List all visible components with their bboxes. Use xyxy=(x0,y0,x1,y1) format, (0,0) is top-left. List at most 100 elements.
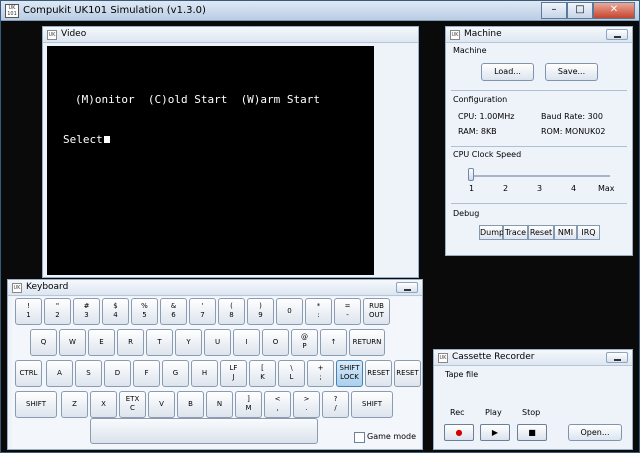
key-sym-5[interactable]: % 5 xyxy=(131,298,158,325)
key-d[interactable]: D xyxy=(104,360,131,387)
key-n[interactable]: N xyxy=(206,391,233,418)
key-ctrl[interactable]: CTRL xyxy=(15,360,42,387)
key-sym-2[interactable]: " 2 xyxy=(44,298,71,325)
app-titlebar[interactable]: UK 101 Compukit UK101 Simulation (v1.3.0… xyxy=(1,1,639,21)
machine-minimize-button[interactable] xyxy=(606,29,628,40)
app-icon: UK 101 xyxy=(5,4,19,18)
key-h[interactable]: H xyxy=(191,360,218,387)
key-sym-8[interactable]: ( 8 xyxy=(218,298,245,325)
key-sym-6[interactable]: & 6 xyxy=(160,298,187,325)
tape-file-label: Tape file xyxy=(445,370,479,379)
key-r[interactable]: R xyxy=(117,329,144,356)
keyboard-titlebar[interactable]: UK Keyboard xyxy=(8,280,422,296)
maximize-button[interactable]: □ xyxy=(567,2,593,19)
key-y[interactable]: Y xyxy=(175,329,202,356)
rom-value: ROM: MONUK02 xyxy=(541,127,606,136)
debug-section-label: Debug xyxy=(453,209,480,218)
key-reset[interactable]: RESET xyxy=(394,360,421,387)
cassette-minimize-button[interactable] xyxy=(606,352,628,363)
clock-tick: 4 xyxy=(571,184,577,193)
key-sym-sym[interactable]: ? / xyxy=(322,391,349,418)
clock-section-label: CPU Clock Speed xyxy=(453,150,522,159)
close-button[interactable]: ✕ xyxy=(593,2,635,19)
play-button[interactable]: ▶ xyxy=(480,424,510,441)
key-rub-out[interactable]: RUB OUT xyxy=(363,298,390,325)
key-sym[interactable]: ↑ xyxy=(320,329,347,356)
key-i[interactable]: I xyxy=(233,329,260,356)
record-icon: ● xyxy=(455,428,463,437)
frame-icon: UK xyxy=(12,283,22,293)
video-titlebar[interactable]: UK Video xyxy=(43,27,418,43)
baud-value: Baud Rate: 300 xyxy=(541,112,603,121)
video-prompt-text: Select xyxy=(63,133,103,146)
save-button[interactable]: Save... xyxy=(545,63,598,81)
key-sym-sym[interactable]: > . xyxy=(293,391,320,418)
key-f[interactable]: F xyxy=(133,360,160,387)
key-x[interactable]: X xyxy=(90,391,117,418)
key-sym-l[interactable]: \ L xyxy=(278,360,305,387)
rec-button[interactable]: ● xyxy=(444,424,474,441)
key-q[interactable]: Q xyxy=(30,329,57,356)
machine-titlebar[interactable]: UK Machine xyxy=(446,27,632,43)
reset-button[interactable]: Reset xyxy=(528,225,554,240)
dump-button[interactable]: Dump xyxy=(479,225,504,240)
key-sym-p[interactable]: @ P xyxy=(291,329,318,356)
key-shift[interactable]: SHIFT xyxy=(351,391,393,418)
space-bar[interactable] xyxy=(90,418,318,444)
clock-slider-thumb[interactable] xyxy=(468,168,474,181)
key-etx-c[interactable]: ETX C xyxy=(119,391,146,418)
key-a[interactable]: A xyxy=(46,360,73,387)
irq-button[interactable]: IRQ xyxy=(577,225,600,240)
key-sym-m[interactable]: ] M xyxy=(235,391,262,418)
key-sym-7[interactable]: ' 7 xyxy=(189,298,216,325)
key-s[interactable]: S xyxy=(75,360,102,387)
key-e[interactable]: E xyxy=(88,329,115,356)
key-reset[interactable]: RESET xyxy=(365,360,392,387)
cpu-value: CPU: 1.00MHz xyxy=(458,112,515,121)
key-shift[interactable]: SHIFT xyxy=(15,391,57,418)
play-label: Play xyxy=(485,408,502,417)
minimize-button[interactable]: – xyxy=(541,2,567,19)
cassette-title: Cassette Recorder xyxy=(452,352,535,362)
key-sym-sym[interactable]: + ; xyxy=(307,360,334,387)
key-sym-4[interactable]: $ 4 xyxy=(102,298,129,325)
window-controls: – □ ✕ xyxy=(541,2,635,19)
key-return[interactable]: RETURN xyxy=(349,329,385,356)
clock-slider-track[interactable] xyxy=(470,175,610,177)
clock-tick: 3 xyxy=(537,184,543,193)
key-sym-3[interactable]: # 3 xyxy=(73,298,100,325)
open-button[interactable]: Open... xyxy=(568,424,622,441)
key-sym-1[interactable]: ! 1 xyxy=(15,298,42,325)
cassette-titlebar[interactable]: UK Cassette Recorder xyxy=(434,350,632,366)
trace-button[interactable]: Trace xyxy=(503,225,528,240)
key-g[interactable]: G xyxy=(162,360,189,387)
key-0[interactable]: 0 xyxy=(276,298,303,325)
keyboard-frame: UK Keyboard Game mode ! 1 " 2 # 3 $ 4% 5 & 6… xyxy=(7,279,423,450)
game-mode-checkbox[interactable] xyxy=(354,432,365,443)
video-frame: UK Video (M)onitor (C)old Start (W)arm S… xyxy=(42,26,419,278)
keyboard-minimize-button[interactable] xyxy=(396,282,418,293)
key-sym-sym[interactable]: < , xyxy=(264,391,291,418)
key-lf-j[interactable]: LF J xyxy=(220,360,247,387)
key-sym-9[interactable]: ) 9 xyxy=(247,298,274,325)
key-sym--[interactable]: = - xyxy=(334,298,361,325)
key-shift-lock[interactable]: SHIFT LOCK xyxy=(336,360,363,387)
cassette-frame: UK Cassette Recorder Tape file Rec Play … xyxy=(433,349,633,450)
rec-label: Rec xyxy=(450,408,465,417)
key-t[interactable]: T xyxy=(146,329,173,356)
machine-frame: UK Machine Machine Load... Save... Confi… xyxy=(445,26,633,256)
key-o[interactable]: O xyxy=(262,329,289,356)
key-sym-k[interactable]: [ K xyxy=(249,360,276,387)
key-b[interactable]: B xyxy=(177,391,204,418)
key-w[interactable]: W xyxy=(59,329,86,356)
nmi-button[interactable]: NMI xyxy=(554,225,577,240)
key-u[interactable]: U xyxy=(204,329,231,356)
load-button[interactable]: Load... xyxy=(481,63,534,81)
key-v[interactable]: V xyxy=(148,391,175,418)
key-z[interactable]: Z xyxy=(61,391,88,418)
stop-button[interactable]: ■ xyxy=(517,424,547,441)
key-sym-sym[interactable]: * : xyxy=(305,298,332,325)
configuration-section-label: Configuration xyxy=(453,95,508,104)
machine-title: Machine xyxy=(464,29,502,39)
video-screen[interactable]: (M)onitor (C)old Start (W)arm Start Sele… xyxy=(47,46,374,275)
